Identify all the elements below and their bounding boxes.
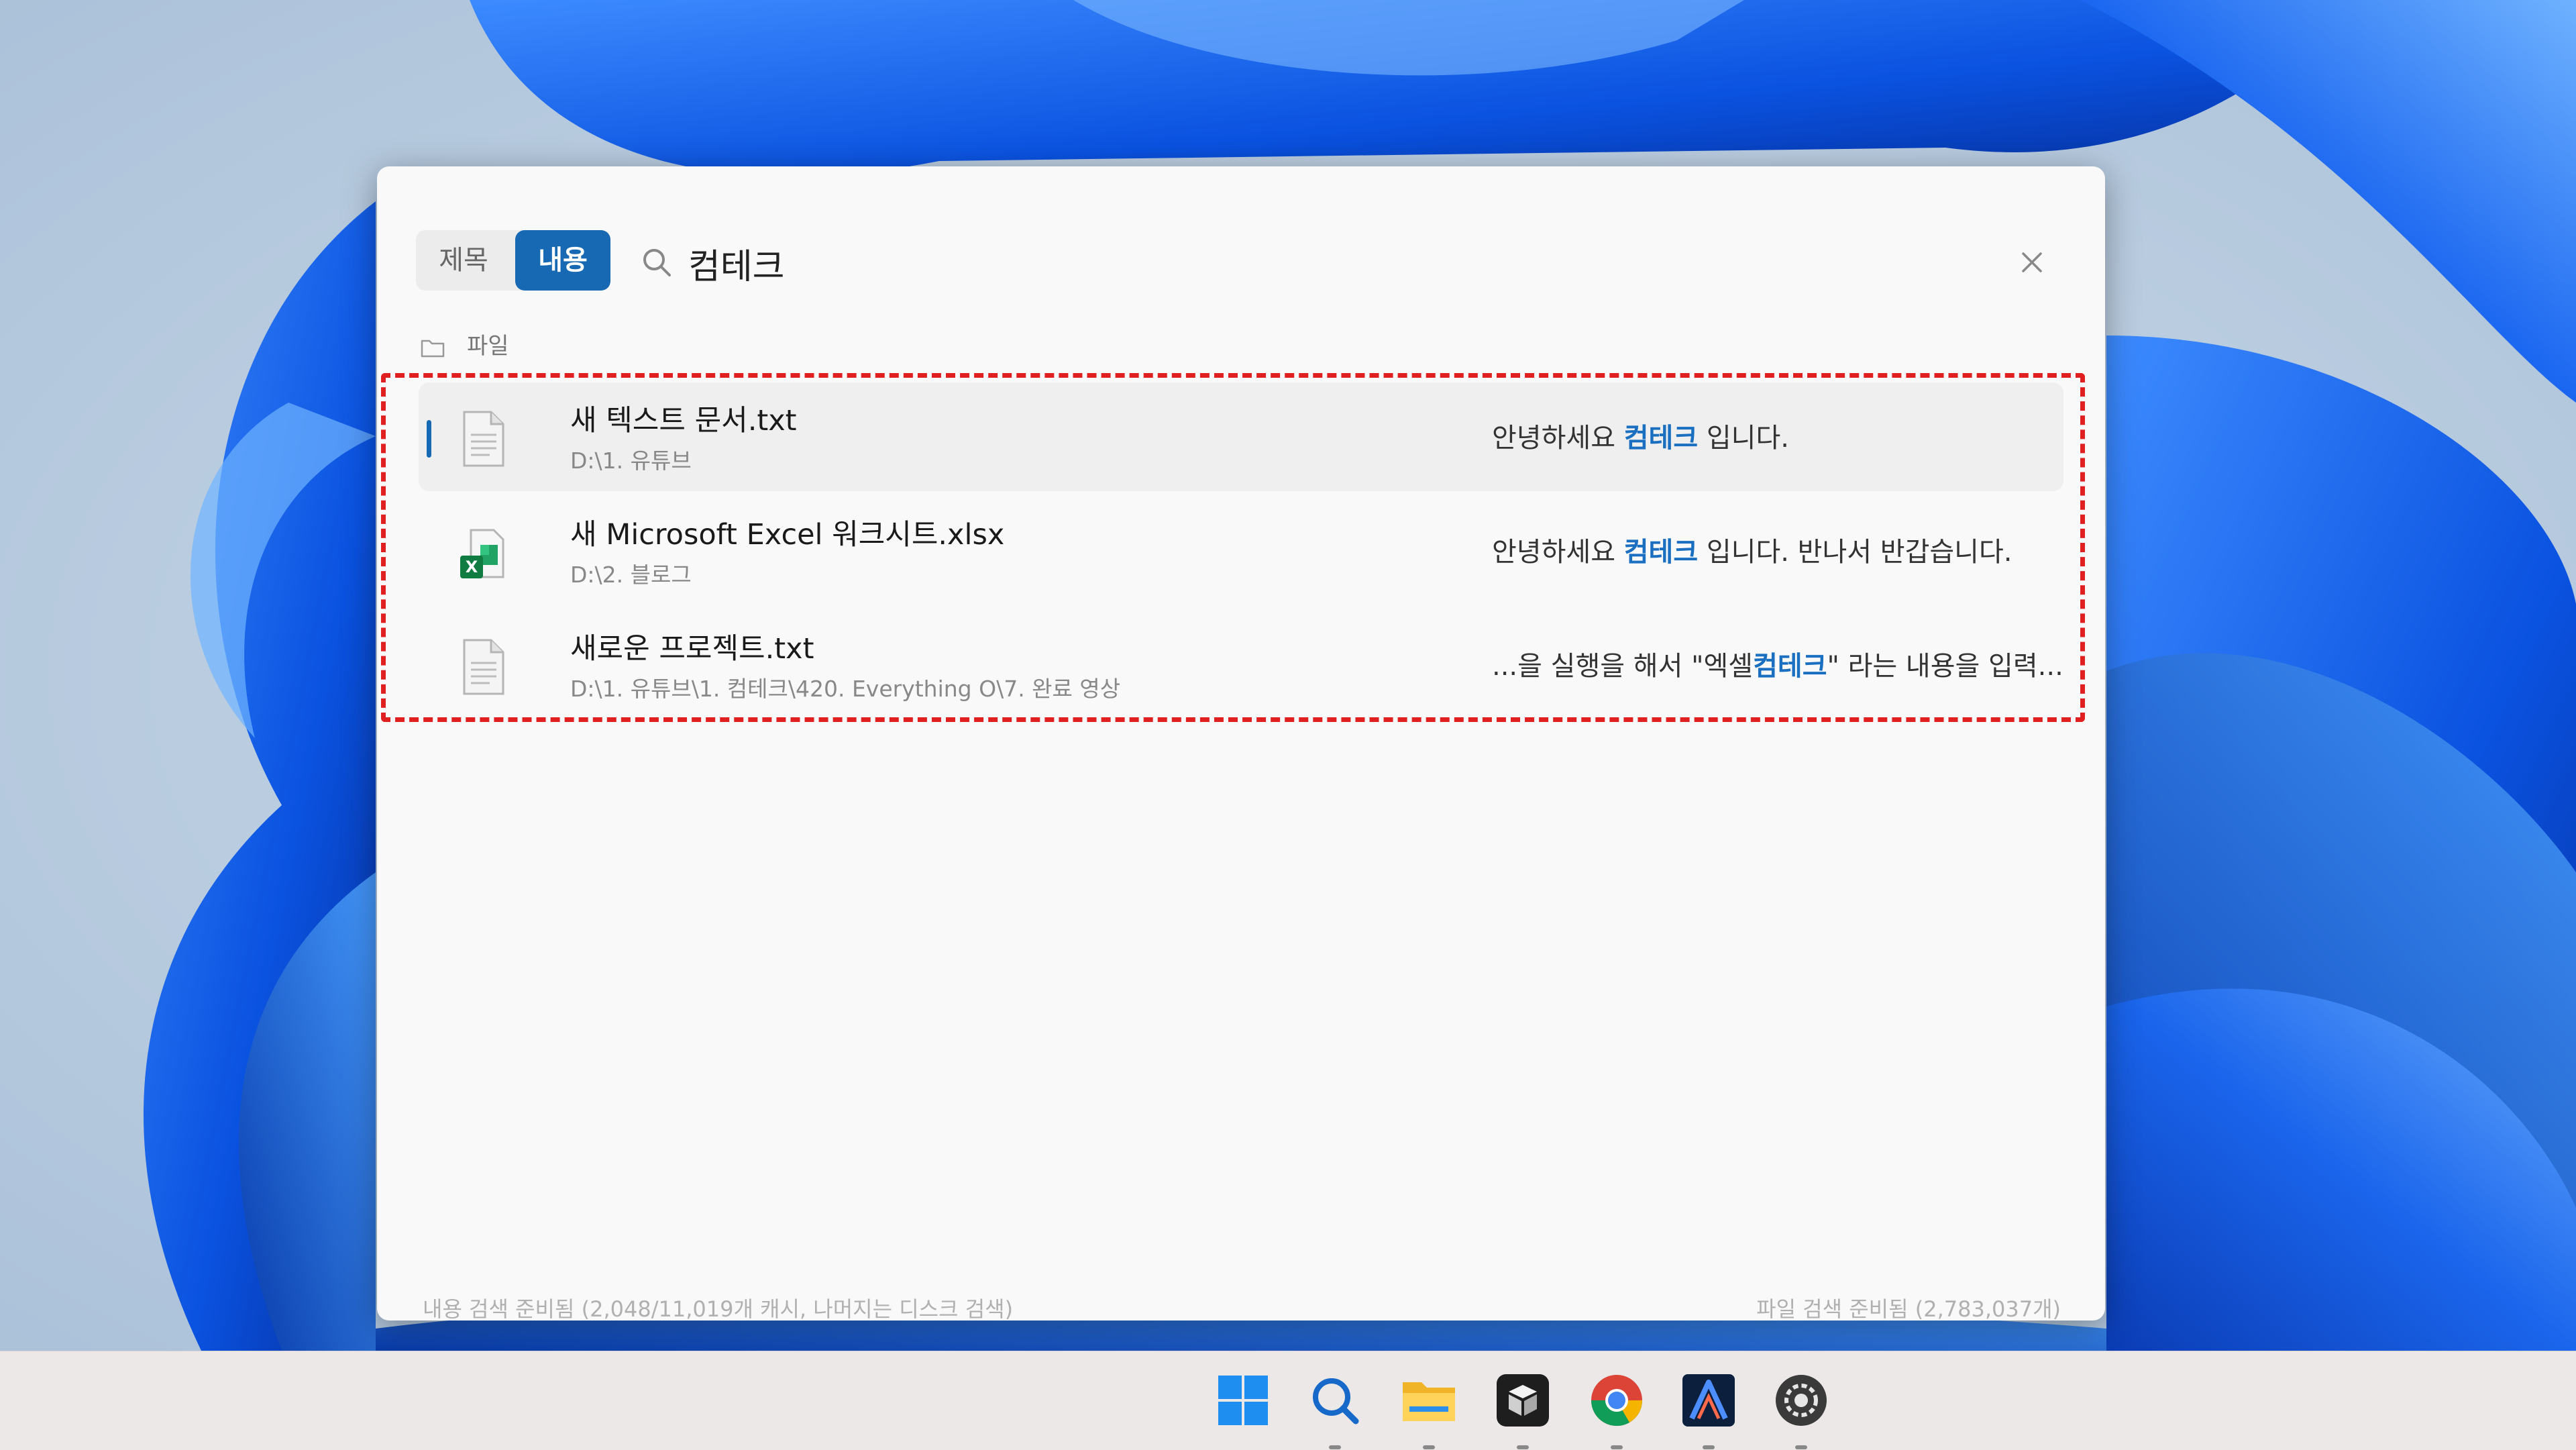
excel-file-icon: X (460, 529, 504, 578)
taskbar-search-button[interactable] (1305, 1370, 1365, 1449)
folder-icon (421, 340, 445, 358)
search-mode-toggle: 제목 내용 (416, 230, 610, 291)
mode-content-button[interactable]: 내용 (515, 230, 610, 291)
file-search-status: 파일 검색 준비됨 (2,783,037개) (1756, 1296, 2061, 1322)
ai-app-button[interactable] (1678, 1370, 1739, 1449)
running-indicator (1517, 1445, 1529, 1449)
running-indicator (1423, 1445, 1435, 1449)
result-row[interactable]: 새 텍스트 문서.txt D:\1. 유튜브 안녕하세요 컴테크 입니다. (419, 382, 2063, 491)
ai-app-icon (1682, 1374, 1735, 1427)
search-icon (1313, 1378, 1359, 1425)
start-button[interactable] (1213, 1370, 1273, 1431)
content-snippet: 안녕하세요 컴테크 입니다. 반나서 반갑습니다. (1492, 537, 2012, 568)
section-label: 파일 (467, 333, 509, 360)
content-snippet: ...을 실행을 해서 "엑셀컴테크" 라는 내용을 입력... (1492, 651, 2063, 682)
svg-text:X: X (466, 558, 478, 576)
close-icon[interactable] (2015, 246, 2049, 279)
search-window: 제목 내용 파일 새 텍스트 문서.txt D:\1. 유튜브 안녕하세요 컴테… (377, 166, 2105, 1322)
text-file-icon (463, 411, 504, 467)
file-path: D:\1. 유튜브\1. 컴테크\420. Everything O\7. 완료… (570, 676, 1121, 702)
search-icon (643, 249, 671, 276)
file-path: D:\2. 블로그 (570, 562, 692, 588)
file-explorer-button[interactable] (1399, 1370, 1459, 1449)
match-highlight: 컴테크 (1753, 651, 1827, 682)
mode-title-button[interactable]: 제목 (416, 230, 511, 291)
running-indicator (1703, 1445, 1715, 1449)
settings-app-button[interactable] (1771, 1370, 1831, 1449)
start-icon (1218, 1376, 1268, 1425)
running-indicator (1611, 1445, 1623, 1449)
chrome-button[interactable] (1587, 1370, 1647, 1449)
result-row[interactable]: 새로운 프로젝트.txt D:\1. 유튜브\1. 컴테크\420. Every… (419, 611, 2063, 719)
app-box-button[interactable] (1493, 1370, 1553, 1449)
content-search-status: 내용 검색 준비됨 (2,048/11,019개 캐시, 나머지는 디스크 검색… (423, 1296, 1014, 1322)
taskbar (0, 1351, 2576, 1450)
match-highlight: 컴테크 (1623, 423, 1699, 454)
file-name: 새 Microsoft Excel 워크시트.xlsx (570, 518, 1005, 552)
text-file-icon (463, 639, 504, 695)
match-highlight: 컴테크 (1623, 537, 1699, 568)
running-indicator (1329, 1445, 1341, 1449)
selection-indicator (427, 420, 431, 458)
file-name: 새로운 프로젝트.txt (570, 632, 814, 666)
search-input[interactable] (687, 234, 1696, 293)
content-snippet: 안녕하세요 컴테크 입니다. (1492, 423, 1789, 454)
app-box-icon (1497, 1374, 1549, 1427)
file-explorer-icon (1403, 1382, 1455, 1421)
settings-app-icon (1776, 1375, 1827, 1426)
result-row[interactable]: X 새 Microsoft Excel 워크시트.xlsx D:\2. 블로그 … (419, 497, 2063, 605)
chrome-icon (1591, 1375, 1642, 1427)
file-path: D:\1. 유튜브 (570, 448, 692, 474)
file-name: 새 텍스트 문서.txt (570, 404, 797, 437)
running-indicator (1795, 1445, 1807, 1449)
